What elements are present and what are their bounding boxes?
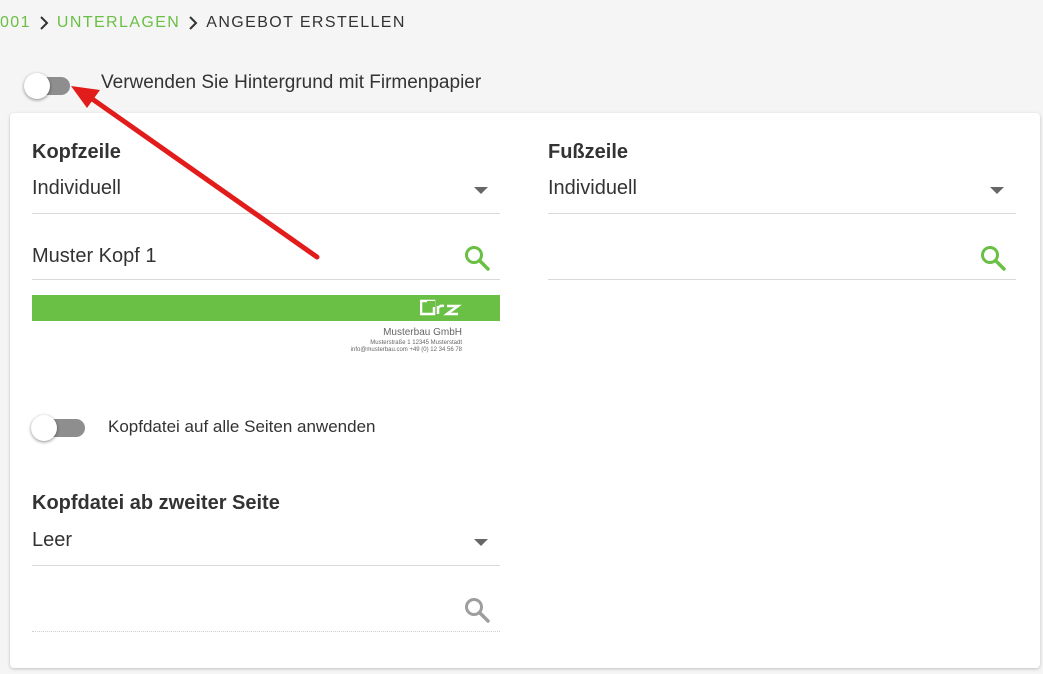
second-page-header-file-field [32,585,500,632]
apply-header-all-pages-label: Kopfdatei auf alle Seiten anwenden [108,417,376,436]
footer-type-value: Individuell [548,177,637,199]
preview-contact: info@musterbau.com +49 (0) 12 34 56 78 [350,347,462,353]
search-icon [465,598,490,623]
footer-file-field[interactable] [548,233,1016,280]
letterhead-settings-card: Kopfzeile Individuell Muster Kopf 1 Must… [10,113,1040,668]
second-page-header-value: Leer [32,529,73,551]
breadcrumb: 001 UNTERLAGEN ANGEBOT ERSTELLEN [0,12,406,34]
preview-company-name: Musterbau GmbH [383,327,462,338]
header-file-value: Muster Kopf 1 [32,245,157,267]
apply-header-all-pages-toggle[interactable] [31,413,85,441]
toggle-knob[interactable] [24,73,50,99]
toggle-knob[interactable] [31,415,57,441]
header-preview-image: Musterbau GmbH Musterstraße 1 12345 Must… [32,295,500,361]
background-letterhead-toggle[interactable] [24,71,74,99]
dropdown-arrow-icon [474,539,488,546]
dropdown-arrow-icon [474,187,488,194]
preview-address: Musterstraße 1 12345 Musterstadt [370,340,462,346]
header-type-select[interactable]: Individuell [32,165,500,214]
company-logo-icon [420,299,462,316]
second-page-header-select[interactable]: Leer [32,517,500,566]
header-type-value: Individuell [32,177,121,199]
background-letterhead-label: Verwenden Sie Hintergrund mit Firmenpapi… [101,72,482,93]
chevron-right-icon [39,16,49,30]
header-file-field[interactable]: Muster Kopf 1 [32,233,500,280]
second-page-header-title: Kopfdatei ab zweiter Seite [32,492,280,514]
footer-section-title: Fußzeile [548,141,629,163]
chevron-right-icon [188,16,198,30]
breadcrumb-item-unterlagen[interactable]: UNTERLAGEN [57,14,180,32]
header-section-title: Kopfzeile [32,141,121,163]
footer-type-select[interactable]: Individuell [548,165,1016,214]
search-icon[interactable] [464,245,490,271]
breadcrumb-item-current: ANGEBOT ERSTELLEN [206,14,406,31]
search-icon[interactable] [980,245,1006,271]
breadcrumb-item-project[interactable]: 001 [0,14,31,32]
dropdown-arrow-icon [990,187,1004,194]
